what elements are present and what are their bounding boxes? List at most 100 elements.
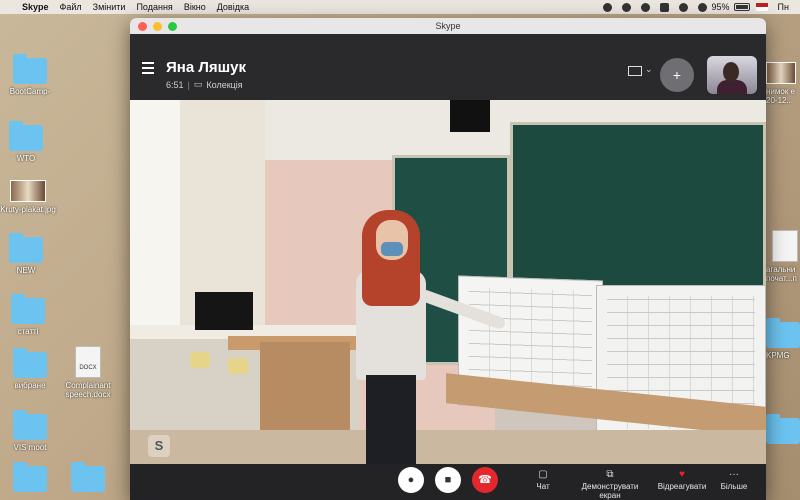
add-person-icon: +	[672, 67, 682, 83]
menubar-clock[interactable]: Пн	[778, 2, 789, 12]
video-chair	[190, 352, 210, 368]
folder-icon	[13, 462, 47, 492]
docx-file-icon: DOCX	[75, 346, 101, 378]
skype-watermark-icon: S	[148, 435, 170, 457]
volume-icon[interactable]	[697, 2, 707, 12]
menubar: Skype Файл Змінити Подання Вікно Довідка…	[0, 0, 800, 14]
desktop-icon-label: WTO	[16, 154, 36, 163]
folder-icon	[766, 414, 800, 444]
desktop-icon-label: VIS moot	[13, 443, 47, 452]
desktop-icon-label: NEW	[16, 266, 36, 275]
chat-label: Чат	[536, 482, 550, 491]
self-view-body	[717, 80, 747, 94]
desktop-folder-right-bottom[interactable]	[766, 414, 800, 447]
self-view-head	[723, 62, 739, 82]
desktop-icon-label: вибране	[14, 381, 46, 390]
camera-icon: ■	[444, 474, 452, 486]
video-floor	[130, 430, 766, 464]
contact-name: Яна Ляшук	[166, 59, 246, 76]
collection-icon[interactable]: ▭	[194, 79, 203, 90]
menu-edit[interactable]: Змінити	[93, 2, 126, 12]
video-monitor	[195, 292, 253, 330]
add-participant-button[interactable]: +	[660, 58, 694, 92]
call-duration: 6:51	[166, 79, 184, 90]
folder-icon	[9, 121, 43, 151]
menu-window[interactable]: Вікно	[184, 2, 206, 12]
skype-window: Skype Яна Ляшук 6:51 | ▭ Колекція ⌄ + S …	[130, 18, 766, 500]
desktop-icon-label: статті	[17, 327, 39, 336]
folder-icon	[13, 410, 47, 440]
chat-button[interactable]: ▢ Чат	[532, 468, 554, 491]
image-thumbnail-icon	[766, 62, 796, 84]
desktop-folder-partial-2[interactable]	[58, 462, 118, 495]
input-source-flag-icon[interactable]	[755, 3, 768, 11]
docx-badge: DOCX	[79, 365, 97, 371]
folder-icon	[71, 462, 105, 492]
call-meta: 6:51 | ▭ Колекція	[166, 79, 243, 90]
microphone-button[interactable]: ●	[398, 467, 424, 493]
desktop-file-kruty-plakat[interactable]: Kruty-plakat.jpg	[0, 180, 58, 214]
self-view-video[interactable]	[707, 56, 757, 94]
meta-divider: |	[187, 79, 190, 90]
share-screen-icon: ⧉	[606, 469, 614, 480]
remote-video-feed[interactable]: S	[130, 100, 766, 464]
image-thumbnail-icon	[10, 180, 46, 202]
video-person-mask	[381, 242, 403, 256]
end-call-button[interactable]: ☎	[472, 467, 498, 493]
video-speaker	[450, 100, 490, 132]
desktop-file-docx-right[interactable]: агальни почат...п	[766, 230, 800, 283]
hang-up-icon: ☎	[478, 474, 492, 486]
battery-icon[interactable]	[733, 3, 750, 11]
menu-icon[interactable]	[142, 62, 154, 77]
menubar-app-name[interactable]: Skype	[22, 2, 49, 12]
microphone-icon: ●	[407, 474, 415, 486]
desktop-icon-label: нимок е 20-12...	[766, 87, 796, 105]
desktop-file-screenshot[interactable]: нимок е 20-12...	[766, 62, 800, 105]
folder-icon	[13, 54, 47, 84]
time-machine-icon[interactable]	[640, 2, 650, 12]
share-screen-button[interactable]: ⧉ Демонструвати екран	[570, 468, 650, 500]
menu-view[interactable]: Подання	[136, 2, 172, 12]
desktop-folder-vybrane[interactable]: вибране	[0, 348, 60, 390]
app-status-icon[interactable]	[621, 2, 631, 12]
desktop-folder-new[interactable]: NEW	[0, 233, 56, 275]
chevron-down-icon[interactable]: ⌄	[645, 64, 653, 75]
desktop-icon-label: BootCamp-	[9, 87, 51, 96]
window-title: Skype	[435, 21, 461, 31]
collection-link[interactable]: Колекція	[206, 80, 242, 90]
menu-file[interactable]: Файл	[60, 2, 82, 12]
desktop-icon-label: Kruty-plakat.jpg	[0, 205, 56, 214]
battery-percent[interactable]: 95%	[712, 2, 730, 12]
desktop-folder-wto[interactable]: WTO	[0, 121, 56, 163]
desktop-folder-vis-moot[interactable]: VIS moot	[0, 410, 60, 452]
folder-icon	[13, 348, 47, 378]
call-controls: ● ■ ☎ ▢ Чат ⧉ Демонструвати екран ♥ Відр…	[130, 464, 766, 500]
more-button[interactable]: ··· Більше	[714, 468, 754, 491]
docx-file-icon	[772, 230, 798, 262]
video-person-pants	[366, 375, 416, 464]
camera-button[interactable]: ■	[435, 467, 461, 493]
layout-icon[interactable]	[628, 66, 642, 76]
desktop-folder-kpmg[interactable]: KPMG	[766, 318, 800, 360]
bluetooth-icon[interactable]	[659, 2, 669, 12]
desktop-icon-label: KPMG	[766, 351, 790, 360]
menubar-status-area: 95% Пн	[598, 0, 800, 14]
desktop-folder-bootcamp[interactable]: BootCamp-	[0, 54, 60, 96]
skype-status-icon[interactable]	[602, 2, 612, 12]
react-label: Відреагувати	[657, 482, 707, 491]
share-screen-label: Демонструвати екран	[581, 482, 639, 500]
folder-icon	[766, 318, 800, 348]
wifi-icon[interactable]	[678, 2, 688, 12]
video-chair	[228, 358, 248, 374]
desktop-icon-label: Complainant speech.docx	[65, 381, 111, 399]
desktop-icon-label: агальни почат...п	[766, 265, 797, 283]
desktop-file-complainant-speech[interactable]: DOCX Complainant speech.docx	[58, 346, 118, 399]
chat-icon: ▢	[538, 469, 548, 480]
folder-icon	[9, 233, 43, 263]
window-titlebar[interactable]: Skype	[130, 18, 766, 34]
react-button[interactable]: ♥ Відреагувати	[652, 468, 712, 491]
menu-help[interactable]: Довідка	[217, 2, 249, 12]
desktop-folder-partial[interactable]	[0, 462, 60, 495]
more-icon: ···	[729, 469, 739, 480]
desktop-folder-statti[interactable]: статті	[0, 294, 58, 336]
